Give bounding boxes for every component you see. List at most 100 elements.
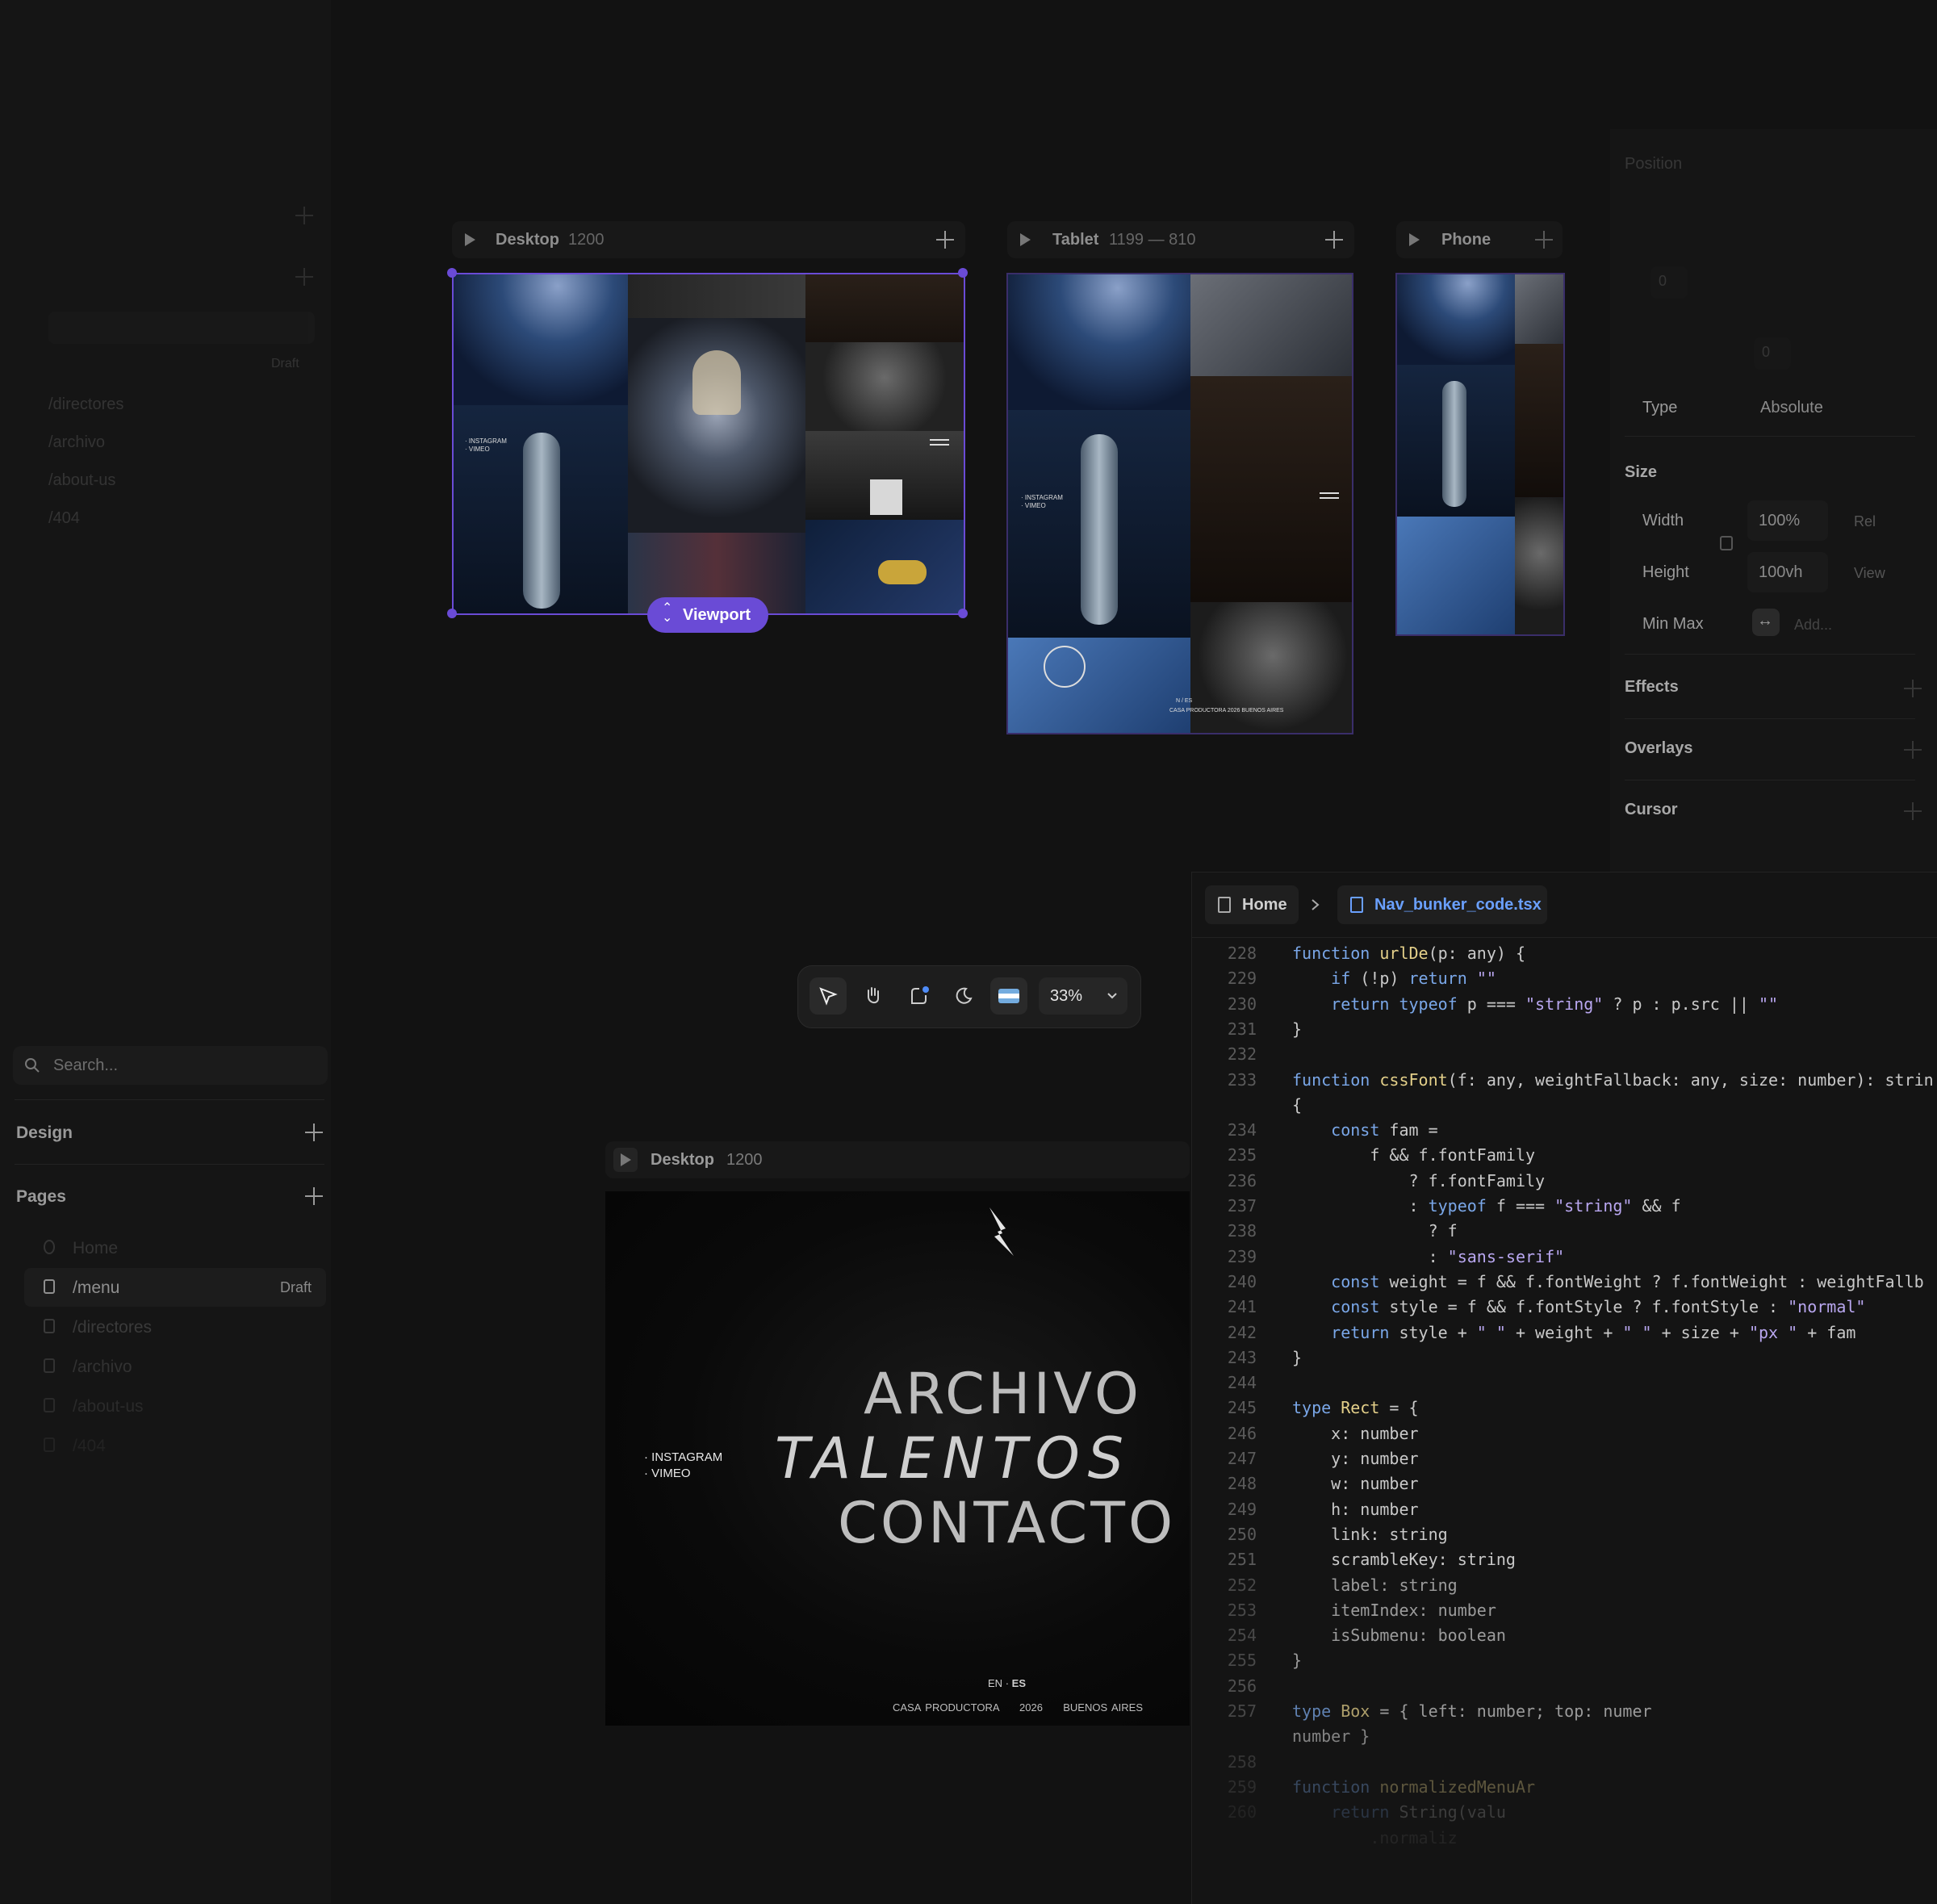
line-text: : typeof f === "string" && f <box>1292 1196 1681 1216</box>
minmax-label: Min Max <box>1642 615 1704 633</box>
resize-handle[interactable] <box>447 268 457 278</box>
language-switcher[interactable]: EN · ES <box>988 1677 1026 1689</box>
add-breakpoint-icon[interactable] <box>1325 231 1343 249</box>
photo-tile <box>1008 638 1190 733</box>
chevron-down-icon <box>1107 993 1117 999</box>
aspect-lock-icon[interactable] <box>1720 536 1733 550</box>
viewport-button[interactable]: ⌃ ⌄ Viewport <box>647 597 768 633</box>
faded-layers-panel: Draft /directores /archivo /about-us /40… <box>0 0 331 565</box>
draft-badge: Draft <box>279 1279 312 1295</box>
vimeo-link[interactable]: · VIMEO <box>644 1466 722 1482</box>
photo-tile <box>1397 274 1515 365</box>
lang-es[interactable]: ES <box>1012 1677 1026 1689</box>
add-effect-icon[interactable] <box>1904 680 1922 697</box>
height-unit-select[interactable]: View <box>1854 565 1885 582</box>
line-number: 247 <box>1227 1449 1257 1468</box>
add-cursor-icon[interactable] <box>1904 802 1922 820</box>
play-icon[interactable] <box>465 233 475 246</box>
add-breakpoint-icon[interactable] <box>1535 231 1553 249</box>
breadcrumb-home[interactable]: Home <box>1205 885 1299 924</box>
pointer-icon <box>819 987 838 1006</box>
code-body[interactable]: 228 function urlDe(p: any) {229 if (!p) r… <box>1192 944 1937 1904</box>
faded-page-row[interactable]: /about-us <box>48 471 115 490</box>
add-breakpoint-icon[interactable] <box>936 231 954 249</box>
add-overlay-icon[interactable] <box>1904 741 1922 759</box>
type-value[interactable]: Absolute <box>1760 399 1823 417</box>
lang-en[interactable]: EN <box>988 1677 1002 1689</box>
hand-tool-button[interactable] <box>855 977 892 1015</box>
faded-page-row[interactable]: /archivo <box>48 433 105 452</box>
minmax-arrows-icon[interactable]: ↔ <box>1752 609 1780 636</box>
height-input[interactable]: 100vh <box>1747 552 1828 592</box>
line-number: 243 <box>1227 1347 1257 1367</box>
menu-item-talentos[interactable]: TALENTOS <box>775 1425 1132 1492</box>
comment-tool-button[interactable] <box>900 977 937 1015</box>
line-text: ? f.fontFamily <box>1292 1170 1546 1191</box>
tablet-frame[interactable]: · INSTAGRAM · VIMEO CASA PRODUCTORA 2026… <box>1006 273 1353 734</box>
width-input[interactable]: 100% <box>1747 500 1828 541</box>
play-icon[interactable] <box>1409 233 1420 246</box>
search-input[interactable]: Search... <box>13 1046 328 1085</box>
position-field[interactable]: 0 <box>1754 337 1791 370</box>
add-design-icon[interactable] <box>305 1124 323 1141</box>
line-number: 259 <box>1227 1776 1257 1797</box>
line-text: return String(valu <box>1331 1802 1506 1822</box>
tablet-frame-header[interactable]: Tablet 1199 — 810 <box>1007 221 1354 258</box>
zoom-select[interactable]: 33% <box>1039 977 1127 1015</box>
theme-toggle-button[interactable] <box>945 977 982 1015</box>
moon-icon <box>956 987 973 1004</box>
line-number: 253 <box>1227 1600 1257 1620</box>
line-number: 236 <box>1227 1170 1257 1191</box>
page-item-home[interactable]: Home <box>24 1228 326 1267</box>
line-text: } <box>1292 1651 1303 1671</box>
pointer-tool-button[interactable] <box>810 977 847 1015</box>
resize-handle[interactable] <box>447 609 457 618</box>
add-icon[interactable] <box>295 207 313 224</box>
width-unit-select[interactable]: Rel <box>1854 513 1876 530</box>
social-links: · INSTAGRAM · VIMEO <box>644 1450 722 1482</box>
resize-handle[interactable] <box>958 609 968 618</box>
photo-tile <box>1190 376 1352 602</box>
page-item-directores[interactable]: /directores <box>24 1308 326 1346</box>
menu-page-preview[interactable]: · INSTAGRAM · VIMEO ARCHIVO TALENTOS CON… <box>605 1191 1190 1726</box>
mini-lang: N / ES <box>1176 698 1193 704</box>
faded-page-row[interactable]: /directores <box>48 395 123 414</box>
position-field[interactable]: 0 <box>1650 266 1688 299</box>
preview-frame-header[interactable]: Desktop 1200 <box>605 1141 1190 1178</box>
play-button[interactable] <box>613 1148 638 1172</box>
divider <box>1625 718 1915 719</box>
line-text: type Rect = { <box>1292 1398 1419 1418</box>
photo-tile: · INSTAGRAM · VIMEO <box>1008 410 1190 638</box>
line-text: if (!p) return "" <box>1331 969 1496 989</box>
argentina-flag-icon <box>998 989 1019 1003</box>
minmax-add[interactable]: Add... <box>1794 617 1832 634</box>
phone-frame-header[interactable]: Phone <box>1396 221 1563 258</box>
faded-page-row[interactable]: /404 <box>48 509 80 528</box>
menu-item-archivo[interactable]: ARCHIVO <box>864 1361 1142 1427</box>
properties-panel: Position 0 0 Type Absolute Size Width 10… <box>1610 129 1937 872</box>
cursor-section-title: Cursor <box>1625 801 1678 818</box>
line-number: 240 <box>1227 1271 1257 1291</box>
play-icon[interactable] <box>1020 233 1031 246</box>
preview-footer: CASA PRODUCTORA 2026 BUENOS AIRES <box>893 1701 1143 1714</box>
photo-tile <box>1515 274 1563 344</box>
page-item-404[interactable]: /404 <box>24 1426 326 1465</box>
breadcrumb-file[interactable]: Nav_bunker_code.tsx <box>1337 885 1547 924</box>
page-item-menu[interactable]: /menu Draft <box>24 1268 326 1307</box>
locale-button[interactable] <box>990 977 1027 1015</box>
effects-section-title: Effects <box>1625 678 1679 696</box>
divider <box>1625 654 1915 655</box>
add-icon[interactable] <box>295 268 313 286</box>
canvas-toolbar: 33% <box>797 965 1141 1028</box>
resize-handle[interactable] <box>958 268 968 278</box>
desktop-frame-header[interactable]: Desktop 1200 <box>452 221 965 258</box>
instagram-link[interactable]: · INSTAGRAM <box>644 1450 722 1466</box>
add-page-icon[interactable] <box>305 1187 323 1205</box>
hamburger-icon <box>1320 492 1339 494</box>
page-item-archivo[interactable]: /archivo <box>24 1347 326 1386</box>
chevron-right-icon <box>1312 899 1320 910</box>
page-item-about-us[interactable]: /about-us <box>24 1387 326 1425</box>
line-number: 250 <box>1227 1524 1257 1544</box>
phone-frame[interactable] <box>1395 273 1565 636</box>
menu-item-contacto[interactable]: CONTACTO <box>838 1490 1176 1556</box>
